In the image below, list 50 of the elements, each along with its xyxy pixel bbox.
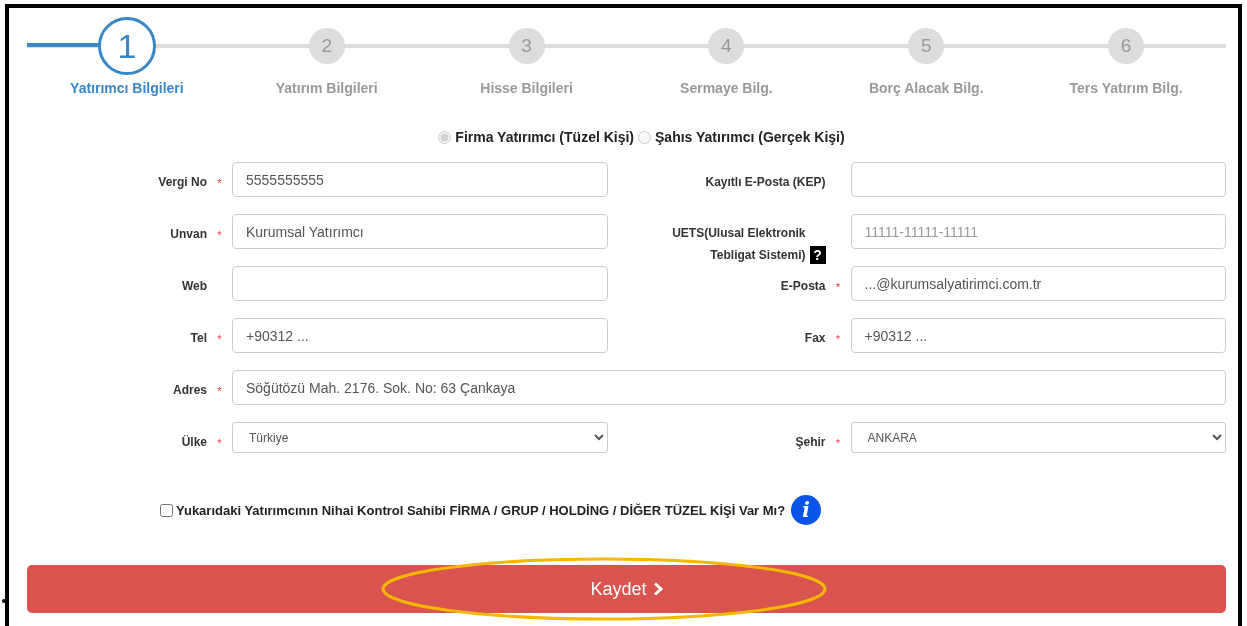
- checkbox-label: Yukarıdaki Yatırımcının Nihai Kontrol Sahibi FİRMA / GRUP / HOLDİNG / DİĞER TÜZEL KİŞİ Var Mı?: [176, 502, 786, 518]
- step-label[interactable]: Yatırımcı Bilgileri: [70, 80, 184, 96]
- required-mark: *: [835, 333, 841, 345]
- help-icon[interactable]: ?: [809, 246, 826, 264]
- field-label: E-Posta: [780, 279, 826, 293]
- input-field[interactable]: 11111-11111-11111: [850, 214, 1226, 249]
- field-label: Ülke: [181, 435, 207, 449]
- field-label: Vergi No: [158, 175, 207, 189]
- step-circle[interactable]: 1: [97, 17, 156, 75]
- field-label: Şehir: [795, 435, 826, 449]
- field-label: UETS(Ulusal Elektronik Tebligat Sistemi): [671, 225, 806, 264]
- step-circle[interactable]: 2: [308, 28, 345, 64]
- field-label: Kayıtlı E-Posta (KEP): [705, 175, 826, 189]
- input-field[interactable]: Söğütözü Mah. 2176. Sok. No: 63 Çankaya: [232, 370, 1226, 405]
- field-label: Adres: [173, 383, 207, 397]
- input-field[interactable]: +90312 ...: [232, 318, 608, 353]
- input-field[interactable]: Kurumsal Yatırımcı: [232, 214, 608, 249]
- field-label: Unvan: [170, 227, 207, 241]
- checkbox[interactable]: [160, 503, 173, 517]
- required-mark: *: [217, 437, 222, 449]
- step-circle[interactable]: 3: [508, 28, 545, 64]
- required-mark: *: [217, 333, 222, 345]
- step-label[interactable]: Ters Yatırım Bilg.: [1069, 80, 1183, 96]
- info-icon[interactable]: i: [791, 495, 822, 525]
- select-field[interactable]: ANKARA: [850, 422, 1226, 453]
- required-mark: *: [217, 385, 222, 397]
- step-circle[interactable]: 4: [708, 28, 745, 64]
- step-label[interactable]: Hisse Bilgileri: [480, 80, 573, 96]
- input-field[interactable]: ...@kurumsalyatirimci.com.tr: [850, 266, 1226, 301]
- step-label[interactable]: Yatırım Bilgileri: [275, 80, 378, 96]
- step-label[interactable]: Borç Alacak Bilg.: [868, 80, 984, 96]
- step-circle[interactable]: 5: [908, 28, 945, 64]
- chevron-right-icon: [652, 582, 663, 596]
- radio-label: Firma Yatırımcı (Tüzel Kişi): [455, 129, 635, 145]
- required-mark: *: [835, 437, 841, 449]
- required-mark: *: [217, 177, 222, 189]
- save-button[interactable]: Kaydet: [27, 565, 1226, 613]
- input-field[interactable]: +90312 ...: [850, 318, 1226, 353]
- step-circle[interactable]: 6: [1108, 28, 1145, 64]
- required-mark: *: [835, 281, 841, 293]
- step-label[interactable]: Sermaye Bilg.: [680, 80, 773, 96]
- required-mark: *: [217, 229, 222, 241]
- select-field[interactable]: Türkiye: [232, 422, 608, 453]
- input-field[interactable]: [232, 266, 608, 301]
- input-field[interactable]: [850, 162, 1226, 197]
- field-label: Web: [181, 279, 207, 293]
- input-field[interactable]: 5555555555: [232, 162, 608, 197]
- field-label: Fax: [804, 331, 826, 345]
- field-label: Tel: [190, 331, 207, 345]
- radio-label: Şahıs Yatırımcı (Gerçek Kişi): [655, 129, 845, 145]
